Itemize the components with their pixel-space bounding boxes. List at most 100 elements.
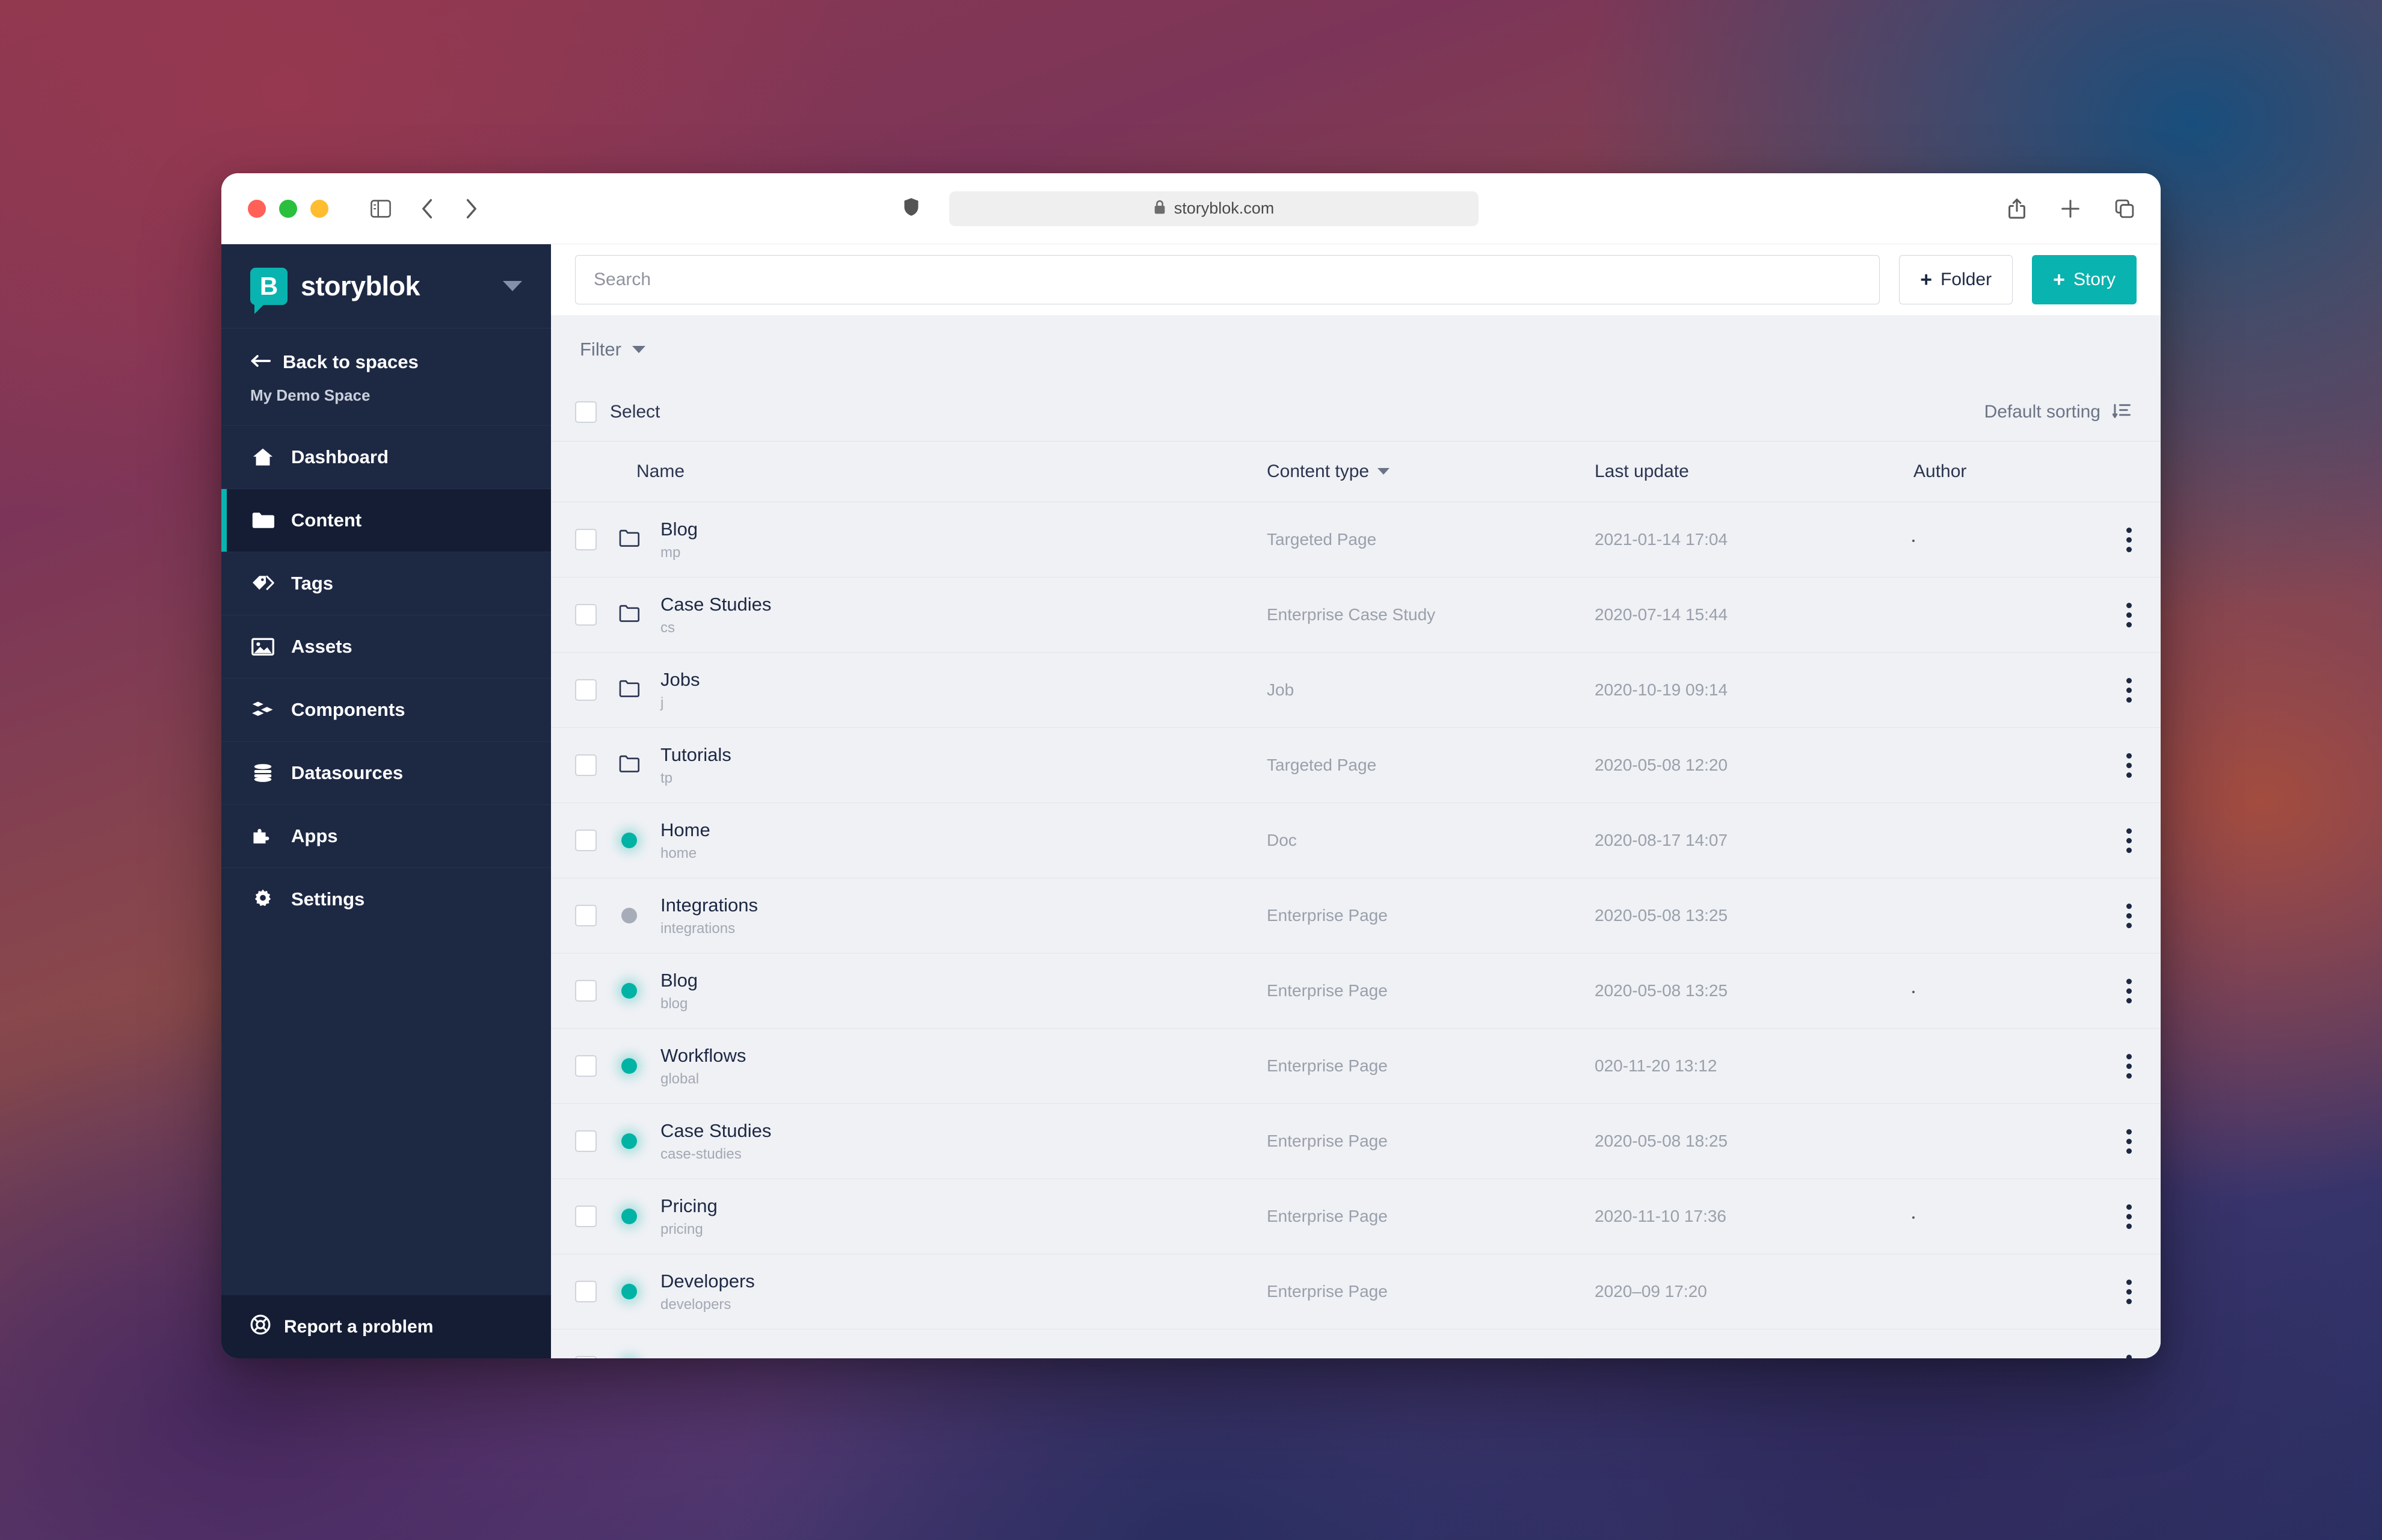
sidebar-item-settings[interactable]: Settings [221,867,551,931]
row-checkbox[interactable] [575,980,597,1002]
kebab-menu-icon[interactable] [2126,904,2132,928]
table-row[interactable]: Enterprise [551,1329,2161,1358]
row-checkbox[interactable] [575,1055,597,1077]
row-checkbox[interactable] [575,1281,597,1302]
row-menu[interactable] [2094,528,2132,552]
kebab-menu-icon[interactable] [2126,1204,2132,1229]
chevron-down-icon[interactable] [503,281,522,291]
row-menu[interactable] [2094,979,2132,1003]
row-content-type: Job [1267,680,1595,700]
row-checkbox[interactable] [575,754,597,776]
kebab-menu-icon[interactable] [2126,603,2132,627]
sidebar-item-dashboard[interactable]: Dashboard [221,425,551,488]
lock-icon [1154,200,1166,218]
address-bar[interactable]: storyblok.com [949,191,1479,226]
kebab-menu-icon[interactable] [2126,979,2132,1003]
kebab-menu-icon[interactable] [2126,828,2132,853]
kebab-menu-icon[interactable] [2126,678,2132,703]
back-to-spaces-link[interactable]: Back to spaces [221,328,551,386]
table-row[interactable]: Case Studiescase-studiesEnterprise Page2… [551,1104,2161,1179]
table-row[interactable]: IntegrationsintegrationsEnterprise Page2… [551,878,2161,953]
sidebar-item-content[interactable]: Content [221,488,551,552]
table-row[interactable]: BlogblogEnterprise Page2020-05-08 13:25 [551,953,2161,1029]
row-checkbox[interactable] [575,1206,597,1227]
plus-icon[interactable] [2061,199,2080,218]
row-checkbox[interactable] [575,1130,597,1152]
row-name-cell: Case Studiescs [575,594,1267,636]
report-problem-button[interactable]: Report a problem [221,1295,551,1358]
row-name-block: Jobsj [660,669,700,712]
kebab-menu-icon[interactable] [2126,753,2132,778]
close-window-button[interactable] [248,200,266,218]
sidebar-toggle-icon[interactable] [371,200,391,218]
row-menu[interactable] [2094,904,2132,928]
content-toolbar: Search + Folder + Story [551,244,2161,315]
column-header-name[interactable]: Name [575,461,1267,482]
table-row[interactable]: PricingpricingEnterprise Page2020-11-10 … [551,1179,2161,1254]
row-checkbox[interactable] [575,529,597,550]
row-checkbox[interactable] [575,905,597,926]
row-menu[interactable] [2094,678,2132,703]
share-icon[interactable] [2008,198,2026,220]
sidebar-item-tags[interactable]: Tags [221,552,551,615]
row-content-type: Doc [1267,831,1595,850]
shield-icon[interactable] [903,197,919,220]
kebab-menu-icon[interactable] [2126,528,2132,552]
filter-dropdown[interactable]: Filter [580,339,645,360]
row-checkbox[interactable] [575,679,597,701]
row-checkbox[interactable] [575,1356,597,1358]
row-last-update: 2020–09 17:20 [1595,1282,1913,1301]
kebab-menu-icon[interactable] [2126,1054,2132,1079]
row-menu[interactable] [2094,828,2132,853]
chevron-left-icon[interactable] [421,198,434,220]
table-row[interactable]: JobsjJob2020-10-19 09:14 [551,653,2161,728]
row-checkbox[interactable] [575,604,597,626]
sort-icon[interactable] [2113,401,2132,424]
row-name-block: Case Studiescs [660,594,771,636]
row-menu[interactable] [2094,603,2132,627]
table-row[interactable]: BlogmpTargeted Page2021-01-14 17:04 [551,502,2161,578]
row-menu[interactable] [2094,753,2132,778]
minimize-window-button[interactable] [279,200,297,218]
row-menu[interactable] [2094,1129,2132,1154]
select-all-checkbox[interactable] [575,401,597,423]
column-header-author[interactable]: Author [1913,461,2132,482]
row-name-cell: Blogmp [575,519,1267,561]
row-menu[interactable] [2094,1204,2132,1229]
row-name-block: Workflowsglobal [660,1045,746,1088]
column-header-last-update[interactable]: Last update [1595,461,1913,482]
table-row[interactable]: DevelopersdevelopersEnterprise Page2020–… [551,1254,2161,1329]
kebab-menu-icon[interactable] [2126,1129,2132,1154]
sidebar-item-components[interactable]: Components [221,678,551,741]
row-menu[interactable] [2094,1355,2132,1358]
table-row[interactable]: Case StudiescsEnterprise Case Study2020-… [551,578,2161,653]
kebab-menu-icon[interactable] [2126,1280,2132,1304]
table-row[interactable]: HomehomeDoc2020-08-17 14:07 [551,803,2161,878]
search-input[interactable]: Search [575,255,1880,304]
maximize-window-button[interactable] [310,200,328,218]
kebab-menu-icon[interactable] [2126,1355,2132,1358]
folder-icon [619,529,639,550]
table-row[interactable]: WorkflowsglobalEnterprise Page020-11-20 … [551,1029,2161,1104]
tabs-overview-icon[interactable] [2115,199,2134,218]
window-controls[interactable] [248,200,328,218]
sidebar-item-assets[interactable]: Assets [221,615,551,678]
row-menu[interactable] [2094,1054,2132,1079]
sidebar-item-datasources[interactable]: Datasources [221,741,551,804]
filter-bar: Filter [551,315,2161,384]
chevron-right-icon[interactable] [464,198,478,220]
column-header-content-type-label: Content type [1267,461,1369,482]
sorting-control[interactable]: Default sorting [1984,401,2132,424]
row-slug: case-studies [660,1146,771,1163]
table-row[interactable]: TutorialstpTargeted Page2020-05-08 12:20 [551,728,2161,803]
add-story-button[interactable]: + Story [2032,255,2137,304]
row-slug: integrations [660,920,758,937]
space-switcher[interactable]: B storyblok [221,244,551,328]
sidebar-item-apps[interactable]: Apps [221,804,551,867]
row-slug: blog [660,996,698,1012]
column-header-content-type[interactable]: Content type [1267,461,1595,482]
add-folder-button[interactable]: + Folder [1899,255,2013,304]
row-checkbox[interactable] [575,830,597,851]
row-content-type: Enterprise Page [1267,1207,1595,1226]
row-menu[interactable] [2094,1280,2132,1304]
